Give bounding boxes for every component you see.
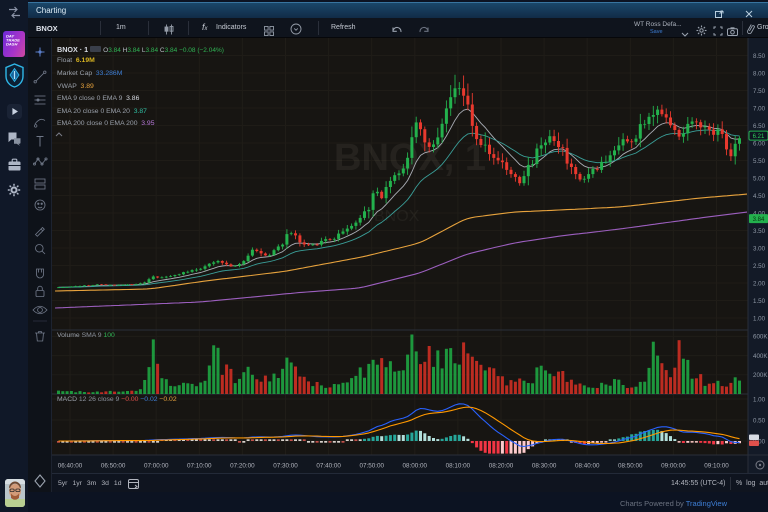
svg-text:08:00:00: 08:00:00 [403, 463, 428, 470]
svg-text:4.50: 4.50 [753, 193, 766, 200]
svg-text:8.00: 8.00 [753, 70, 766, 77]
svg-text:BNOX, 1: BNOX, 1 [334, 137, 486, 179]
svg-text:3.50: 3.50 [753, 228, 766, 235]
svg-text:600K: 600K [753, 334, 768, 341]
svg-text:06:40:00: 06:40:00 [58, 463, 83, 470]
svg-text:5.50: 5.50 [753, 158, 766, 165]
svg-text:08:10:00: 08:10:00 [446, 463, 471, 470]
svg-text:06:50:00: 06:50:00 [101, 463, 126, 470]
svg-text:3.00: 3.00 [753, 245, 766, 252]
svg-text:07:50:00: 07:50:00 [359, 463, 384, 470]
svg-text:2.00: 2.00 [753, 280, 766, 287]
svg-text:2.50: 2.50 [753, 263, 766, 270]
svg-text:08:20:00: 08:20:00 [489, 463, 514, 470]
svg-text:1.00: 1.00 [753, 315, 766, 322]
svg-text:08:40:00: 08:40:00 [575, 463, 600, 470]
svg-text:0.50: 0.50 [753, 417, 766, 424]
svg-text:8.50: 8.50 [753, 53, 766, 60]
svg-text:200K: 200K [753, 372, 768, 379]
svg-text:09:10:00: 09:10:00 [704, 463, 729, 470]
svg-text:5.00: 5.00 [753, 175, 766, 182]
svg-text:07:30:00: 07:30:00 [273, 463, 298, 470]
svg-text:1.50: 1.50 [753, 298, 766, 305]
svg-text:3.84: 3.84 [753, 217, 765, 223]
svg-text:07:00:00: 07:00:00 [144, 463, 169, 470]
svg-text:400K: 400K [753, 353, 768, 360]
svg-text:6.50: 6.50 [753, 123, 766, 130]
svg-text:08:30:00: 08:30:00 [532, 463, 557, 470]
svg-text:1.00: 1.00 [753, 396, 766, 403]
svg-text:09:00:00: 09:00:00 [661, 463, 686, 470]
svg-text:6.21: 6.21 [753, 134, 765, 140]
svg-text:6.00: 6.00 [753, 140, 766, 147]
svg-text:7.50: 7.50 [753, 88, 766, 95]
svg-text:07:10:00: 07:10:00 [187, 463, 212, 470]
svg-text:07:20:00: 07:20:00 [230, 463, 255, 470]
svg-text:07:40:00: 07:40:00 [316, 463, 341, 470]
svg-text:7.00: 7.00 [753, 105, 766, 112]
svg-text:08:50:00: 08:50:00 [618, 463, 643, 470]
